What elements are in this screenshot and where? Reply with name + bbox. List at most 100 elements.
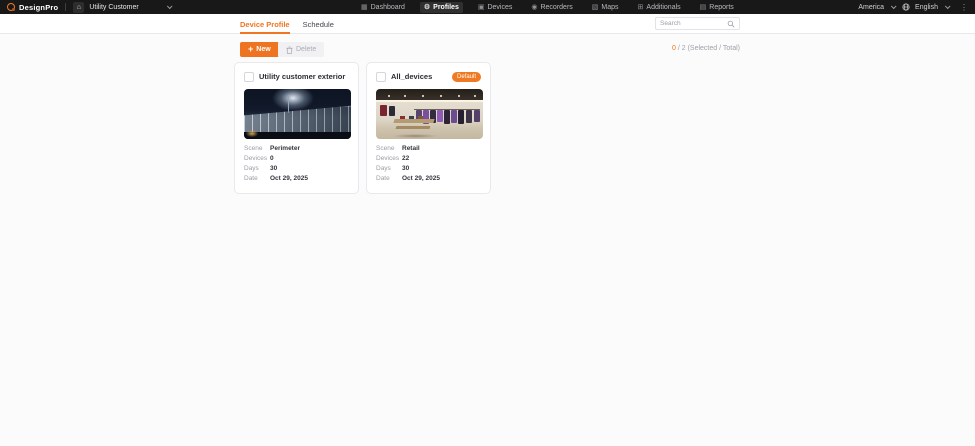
globe-icon — [902, 3, 910, 11]
new-button-label: New — [256, 46, 270, 53]
detail-row-days: Days 30 — [376, 165, 481, 174]
detail-row-scene: Scene Perimeter — [244, 145, 349, 154]
delete-button-label: Delete — [296, 46, 316, 53]
spotlights — [388, 95, 390, 97]
detail-label: Date — [376, 175, 402, 182]
reports-icon: ▤ — [700, 4, 707, 11]
nav-item-devices[interactable]: ▣ Devices — [474, 2, 517, 13]
profile-card-utility-exterior[interactable]: Utility customer exterior Scene Perimete… — [234, 62, 359, 194]
language-selector[interactable]: English — [915, 4, 938, 11]
counter-text: / 2 (Selected / Total) — [676, 45, 740, 52]
warm-light-patch — [246, 130, 258, 137]
secondary-tab-bar: Device Profile Schedule — [0, 14, 975, 34]
divider — [65, 3, 66, 11]
trash-icon — [286, 46, 293, 54]
region-selector[interactable]: America — [858, 4, 884, 11]
garment — [380, 105, 387, 116]
ground — [244, 132, 351, 139]
nav-label: Maps — [601, 4, 618, 11]
detail-value: 0 — [270, 155, 274, 162]
nav-item-additionals[interactable]: ⊞ Additionals — [634, 2, 685, 13]
nav-label: Dashboard — [371, 4, 405, 11]
home-icon[interactable]: ⌂ — [73, 2, 84, 13]
display-table — [393, 119, 434, 123]
brand-name: DesignPro — [19, 3, 58, 12]
card-header: All_devices Default — [376, 71, 481, 82]
dashboard-icon: ▦ — [361, 4, 368, 11]
nav-item-maps[interactable]: ▧ Maps — [588, 2, 623, 13]
garment — [437, 110, 443, 122]
nav-label: Additionals — [646, 4, 680, 11]
profile-card-all-devices[interactable]: All_devices Default — [366, 62, 491, 194]
top-app-bar: DesignPro ⌂ Utility Customer ▦ Dashboard… — [0, 0, 975, 14]
profile-card-list: Utility customer exterior Scene Perimete… — [234, 62, 491, 194]
detail-row-devices: Devices 22 — [376, 155, 481, 164]
workspace-selector[interactable]: Utility Customer — [89, 4, 138, 11]
garment — [451, 110, 457, 123]
detail-value: Perimeter — [270, 145, 300, 152]
card-title: All_devices — [391, 72, 432, 81]
cove-light — [376, 100, 483, 102]
chevron-down-icon[interactable] — [891, 3, 897, 9]
maps-icon: ▧ — [592, 4, 599, 11]
search-box — [655, 17, 740, 30]
detail-label: Scene — [376, 145, 402, 152]
card-details: Scene Retail Devices 22 Days 30 Date Oct… — [376, 145, 481, 184]
plus-icon: + — [248, 45, 253, 54]
chevron-down-icon[interactable] — [167, 3, 173, 9]
detail-label: Devices — [376, 155, 402, 162]
additionals-icon: ⊞ — [638, 4, 644, 11]
main-nav: ▦ Dashboard ⚙ Profiles ▣ Devices ◉ Recor… — [357, 0, 738, 14]
logo-icon — [7, 3, 15, 11]
nav-label: Recorders — [540, 4, 572, 11]
detail-label: Days — [244, 165, 270, 172]
selection-counter: 0 / 2 (Selected / Total) — [672, 45, 740, 52]
folded-clothes — [400, 116, 405, 119]
detail-row-date: Date Oct 29, 2025 — [244, 175, 349, 184]
card-checkbox[interactable] — [376, 72, 386, 82]
recorders-icon: ◉ — [531, 4, 537, 11]
display-table-shelf — [396, 126, 431, 129]
nav-label: Reports — [709, 4, 734, 11]
devices-icon: ▣ — [478, 4, 485, 11]
card-header: Utility customer exterior — [244, 71, 349, 82]
detail-label: Days — [376, 165, 402, 172]
card-checkbox[interactable] — [244, 72, 254, 82]
profiles-icon: ⚙ — [424, 4, 430, 11]
detail-row-devices: Devices 0 — [244, 155, 349, 164]
garment — [389, 106, 395, 116]
tabs: Device Profile Schedule — [240, 14, 334, 34]
nav-item-dashboard[interactable]: ▦ Dashboard — [357, 2, 409, 13]
garment — [458, 110, 464, 124]
app-window: DesignPro ⌂ Utility Customer ▦ Dashboard… — [0, 0, 975, 446]
detail-label: Scene — [244, 145, 270, 152]
garment — [466, 110, 472, 123]
light-pole — [288, 95, 289, 113]
search-icon[interactable] — [727, 20, 735, 28]
nav-item-recorders[interactable]: ◉ Recorders — [527, 2, 576, 13]
nav-item-reports[interactable]: ▤ Reports — [696, 2, 738, 13]
card-thumbnail-retail-store[interactable] — [376, 89, 483, 139]
card-details: Scene Perimeter Devices 0 Days 30 Date O… — [244, 145, 349, 184]
detail-value: Oct 29, 2025 — [270, 175, 308, 182]
detail-row-days: Days 30 — [244, 165, 349, 174]
delete-button[interactable]: Delete — [278, 42, 324, 57]
new-button[interactable]: + New — [240, 42, 279, 57]
garment — [444, 110, 450, 124]
garment — [474, 110, 480, 122]
nav-item-profiles[interactable]: ⚙ Profiles — [420, 2, 463, 13]
chevron-down-icon[interactable] — [945, 3, 951, 9]
detail-value: 22 — [402, 155, 409, 162]
detail-value: Oct 29, 2025 — [402, 175, 440, 182]
detail-value: Retail — [402, 145, 420, 152]
detail-row-date: Date Oct 29, 2025 — [376, 175, 481, 184]
detail-label: Date — [244, 175, 270, 182]
tab-device-profile[interactable]: Device Profile — [240, 14, 290, 34]
search-input[interactable] — [660, 20, 727, 27]
card-thumbnail-night-perimeter[interactable] — [244, 89, 351, 139]
floodlight-glow — [272, 89, 314, 111]
more-menu-icon[interactable]: ⋮ — [960, 3, 968, 12]
tab-schedule[interactable]: Schedule — [303, 14, 334, 34]
detail-value: 30 — [270, 165, 277, 172]
detail-row-scene: Scene Retail — [376, 145, 481, 154]
